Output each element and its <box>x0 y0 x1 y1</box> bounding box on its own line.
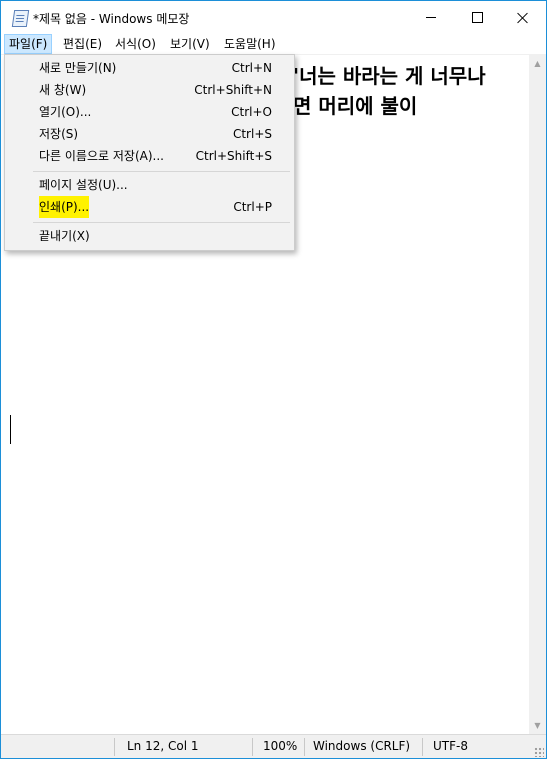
file-menu-print-shortcut: Ctrl+P <box>233 200 272 214</box>
menu-edit[interactable]: 편집(E) <box>59 34 106 54</box>
file-menu-save-as-shortcut: Ctrl+Shift+S <box>195 149 272 163</box>
menu-separator <box>33 222 290 223</box>
title-bar[interactable]: *제목 없음 - Windows 메모장 <box>1 1 546 34</box>
status-divider <box>422 738 423 756</box>
status-zoom: 100% <box>263 739 298 753</box>
scroll-down-icon[interactable]: ▼ <box>529 717 546 734</box>
status-encoding: UTF-8 <box>433 739 468 753</box>
file-menu-save-shortcut: Ctrl+S <box>232 127 272 141</box>
file-menu-save-as-label: 다른 이름으로 저장(A)... <box>39 149 164 163</box>
file-menu-save-as[interactable]: 다른 이름으로 저장(A)... Ctrl+Shift+S <box>5 145 294 167</box>
minimize-button[interactable] <box>408 1 454 34</box>
close-button[interactable] <box>500 1 546 34</box>
file-menu-new-window[interactable]: 새 창(W) Ctrl+Shift+N <box>5 79 294 101</box>
file-menu-new-window-shortcut: Ctrl+Shift+N <box>194 83 272 97</box>
file-menu-exit[interactable]: 끝내기(X) <box>5 225 294 247</box>
file-menu-new-label: 새로 만들기(N) <box>39 61 117 75</box>
maximize-button[interactable] <box>454 1 500 34</box>
resize-grip-icon[interactable] <box>534 747 544 757</box>
notepad-app-icon <box>11 10 30 27</box>
status-divider <box>114 738 115 756</box>
menu-bar: 파일(F) 편집(E) 서식(O) 보기(V) 도움말(H) <box>1 34 546 55</box>
menu-help[interactable]: 도움말(H) <box>220 34 280 54</box>
menu-separator <box>33 171 290 172</box>
editor-line-2: 면 머리에 불이 <box>293 94 418 118</box>
editor-text: '너는 바라는 게 너무나 면 머리에 불이 <box>293 61 486 121</box>
menu-file[interactable]: 파일(F) <box>4 34 53 54</box>
file-menu-exit-label: 끝내기(X) <box>39 229 90 243</box>
close-icon <box>517 12 529 24</box>
status-bar: Ln 12, Col 1 100% Windows (CRLF) UTF-8 <box>1 734 546 758</box>
file-menu-print-label: 인쇄(P)... <box>39 196 90 218</box>
window-title: *제목 없음 - Windows 메모장 <box>33 12 190 26</box>
file-menu-save-label: 저장(S) <box>39 127 79 141</box>
editor-line-1: '너는 바라는 게 너무나 <box>293 64 486 88</box>
menu-format[interactable]: 서식(O) <box>111 34 160 54</box>
status-divider <box>252 738 253 756</box>
file-menu-print[interactable]: 인쇄(P)... Ctrl+P <box>5 196 294 218</box>
status-divider <box>304 738 305 756</box>
file-menu-new-shortcut: Ctrl+N <box>231 61 272 75</box>
minimize-icon <box>426 17 436 18</box>
file-menu-new[interactable]: 새로 만들기(N) Ctrl+N <box>5 57 294 79</box>
file-menu-new-window-label: 새 창(W) <box>39 83 87 97</box>
status-cursor-position: Ln 12, Col 1 <box>127 739 199 753</box>
maximize-icon <box>471 12 483 23</box>
vertical-scrollbar[interactable]: ▲ ▼ <box>529 55 546 734</box>
notepad-window: *제목 없음 - Windows 메모장 파일(F) 편집(E) 서식(O) 보… <box>0 0 547 759</box>
scroll-up-icon[interactable]: ▲ <box>529 55 546 72</box>
file-menu-open-label: 열기(O)... <box>39 105 92 119</box>
file-menu-open[interactable]: 열기(O)... Ctrl+O <box>5 101 294 123</box>
file-menu-page-setup-label: 페이지 설정(U)... <box>39 178 128 192</box>
file-menu-dropdown: 새로 만들기(N) Ctrl+N 새 창(W) Ctrl+Shift+N 열기(… <box>4 54 295 251</box>
file-menu-open-shortcut: Ctrl+O <box>231 105 272 119</box>
text-caret <box>10 415 11 444</box>
menu-view[interactable]: 보기(V) <box>166 34 214 54</box>
status-line-ending: Windows (CRLF) <box>313 739 411 753</box>
file-menu-save[interactable]: 저장(S) Ctrl+S <box>5 123 294 145</box>
file-menu-page-setup[interactable]: 페이지 설정(U)... <box>5 174 294 196</box>
